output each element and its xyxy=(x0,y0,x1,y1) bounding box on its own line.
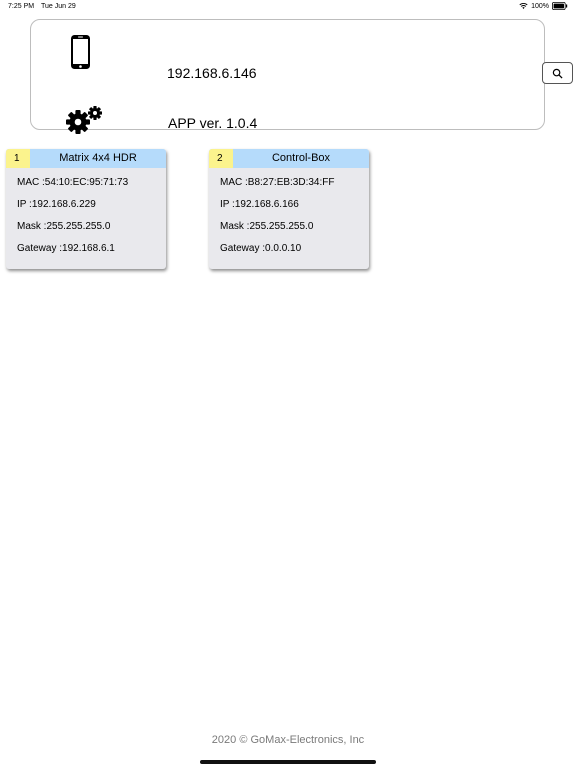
local-ip-address: 192.168.6.146 xyxy=(167,65,257,81)
device-ip: IP :192.168.6.166 xyxy=(220,199,299,210)
device-ip: IP :192.168.6.229 xyxy=(17,199,96,210)
device-mac: MAC :54:10:EC:95:71:73 xyxy=(17,177,129,188)
device-info-card: 192.168.6.146 APP ver. 1.0.4 xyxy=(30,19,573,134)
device-index: 2 xyxy=(209,149,233,168)
device-mask: Mask :255.255.255.0 xyxy=(220,221,314,232)
device-mask: Mask :255.255.255.0 xyxy=(17,221,111,232)
phone-icon xyxy=(71,35,90,69)
app-version: APP ver. 1.0.4 xyxy=(168,115,258,131)
device-name: Matrix 4x4 HDR xyxy=(59,152,137,164)
battery-icon xyxy=(552,2,568,10)
status-time: 7:25 PM xyxy=(8,3,35,10)
copyright-footer: 2020 © GoMax-Electronics, Inc xyxy=(211,734,365,746)
device-gateway: Gateway :192.168.6.1 xyxy=(17,243,115,254)
device-card-2[interactable]: 2 Control-Box MAC :B8:27:EB:3D:34:FF IP … xyxy=(209,149,369,269)
device-name: Control-Box xyxy=(271,152,331,164)
device-card-1[interactable]: 1 Matrix 4x4 HDR MAC :54:10:EC:95:71:73 … xyxy=(6,149,166,269)
device-card-header: 2 Control-Box xyxy=(209,149,369,168)
status-bar: 7:25 PM Tue Jun 29 100% xyxy=(0,0,576,14)
battery-percent: 100% xyxy=(531,2,549,10)
search-icon xyxy=(552,68,563,79)
device-gateway: Gateway :0.0.0.10 xyxy=(220,243,302,254)
wifi-icon xyxy=(519,3,528,9)
status-date: Tue Jun 29 xyxy=(41,3,76,10)
gear-icon xyxy=(66,106,102,134)
home-indicator[interactable] xyxy=(200,760,376,764)
status-indicators: 100% xyxy=(519,2,568,10)
device-mac: MAC :B8:27:EB:3D:34:FF xyxy=(220,177,335,188)
search-button[interactable] xyxy=(542,62,573,84)
device-card-header: 1 Matrix 4x4 HDR xyxy=(6,149,166,168)
device-index: 1 xyxy=(6,149,30,168)
